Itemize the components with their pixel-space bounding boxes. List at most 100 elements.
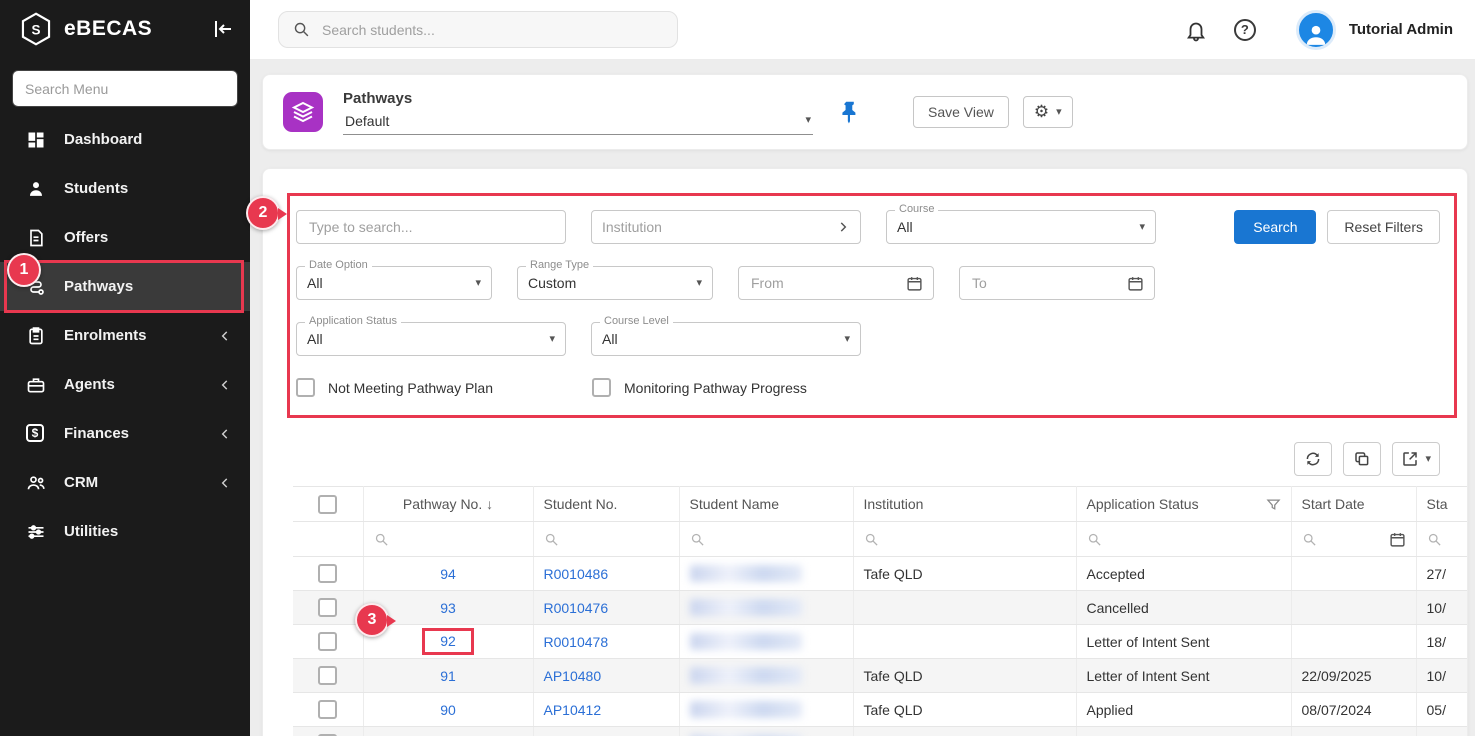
range-type-dropdown[interactable]: Range Type Custom ▾ [517, 266, 713, 300]
student-no-link[interactable]: AP10480 [544, 668, 602, 684]
application-status-dropdown[interactable]: Application Status All ▾ [296, 322, 566, 356]
search-button[interactable]: Search [1234, 210, 1316, 244]
filter-cell-student-name[interactable] [679, 522, 853, 557]
date-option-label: Date Option [305, 259, 372, 271]
sidebar-item-students[interactable]: Students [0, 164, 250, 213]
view-select[interactable]: Default ▾ [343, 110, 813, 135]
cell-start-date [1291, 625, 1416, 659]
institution-dropdown[interactable]: Institution [591, 210, 861, 244]
filter-cell-institution[interactable] [853, 522, 1076, 557]
pathway-no-link[interactable]: 94 [440, 566, 456, 582]
table-row[interactable]: 89 AP10411 Tafe QLD Accepted 16/ [293, 727, 1467, 736]
filter-cell-status[interactable] [1416, 522, 1467, 557]
sidebar-collapse-icon[interactable] [210, 17, 234, 41]
student-no-link[interactable]: R0010486 [544, 566, 609, 582]
copy-button[interactable] [1343, 442, 1381, 476]
calendar-icon[interactable] [1389, 531, 1406, 548]
select-all-checkbox[interactable] [318, 495, 337, 514]
cell-student-name [679, 591, 853, 625]
filter-cell-start-date[interactable] [1291, 522, 1416, 557]
column-header-student-no[interactable]: Student No. [533, 487, 679, 522]
calendar-icon[interactable] [906, 275, 923, 292]
column-header-status[interactable]: Sta [1416, 487, 1467, 522]
column-header-student-name[interactable]: Student Name [679, 487, 853, 522]
column-header-pathway-no[interactable]: Pathway No. ↓ [363, 487, 533, 522]
user-menu[interactable]: Tutorial Admin [1282, 10, 1453, 50]
sidebar-item-label: Utilities [64, 523, 232, 540]
course-dropdown[interactable]: Course All ▾ [886, 210, 1156, 244]
student-no-link[interactable]: R0010476 [544, 600, 609, 616]
chevron-down-icon: ▾ [475, 278, 481, 289]
table-row[interactable]: 91 AP10480 Tafe QLD Letter of Intent Sen… [293, 659, 1467, 693]
view-select-value: Default [345, 113, 389, 129]
notifications-bell-icon[interactable] [1184, 18, 1208, 42]
export-icon [1401, 450, 1419, 468]
sidebar-header: S eBECAS [0, 0, 250, 58]
student-no-link[interactable]: R0010478 [544, 634, 609, 650]
sidebar-item-utilities[interactable]: Utilities [0, 507, 250, 556]
filter-cell-application-status[interactable] [1076, 522, 1291, 557]
reset-filters-button[interactable]: Reset Filters [1327, 210, 1440, 244]
date-option-dropdown[interactable]: Date Option All ▾ [296, 266, 492, 300]
calendar-icon[interactable] [1127, 275, 1144, 292]
sort-desc-icon: ↓ [486, 496, 493, 512]
table-row[interactable]: 93 R0010476 Cancelled 10/ [293, 591, 1467, 625]
pathway-no-link[interactable]: 91 [440, 668, 456, 684]
pathway-no-link[interactable]: 92 [440, 633, 456, 649]
not-meeting-checkbox[interactable]: Not Meeting Pathway Plan [296, 378, 567, 397]
svg-text:S: S [31, 22, 40, 37]
menu-search-input[interactable] [12, 70, 238, 107]
column-header-start-date[interactable]: Start Date [1291, 487, 1416, 522]
chevron-down-icon: ▾ [805, 115, 811, 126]
chevron-left-icon [218, 476, 232, 490]
cell-application-status: Letter of Intent Sent [1076, 659, 1291, 693]
course-level-dropdown[interactable]: Course Level All ▾ [591, 322, 861, 356]
view-settings-button[interactable]: ⚙ ▾ [1023, 96, 1073, 128]
student-no-link[interactable]: AP10412 [544, 702, 602, 718]
row-checkbox[interactable] [318, 700, 337, 719]
column-header-application-status[interactable]: Application Status [1076, 487, 1291, 522]
pin-icon[interactable] [837, 99, 863, 125]
pathways-module-icon [283, 92, 323, 132]
text-search-input[interactable] [307, 218, 555, 236]
search-icon [374, 532, 389, 547]
filter-cell-pathway-no[interactable] [363, 522, 533, 557]
chevron-down-icon: ▾ [1425, 454, 1431, 465]
monitoring-checkbox[interactable]: Monitoring Pathway Progress [592, 378, 807, 397]
search-icon [293, 21, 310, 38]
sidebar-item-offers[interactable]: Offers [0, 213, 250, 262]
row-checkbox[interactable] [318, 564, 337, 583]
pathway-no-link[interactable]: 93 [440, 600, 456, 616]
student-search-input[interactable] [320, 21, 663, 39]
search-icon [1302, 532, 1317, 547]
to-date-input[interactable] [970, 274, 1127, 292]
pathway-no-link[interactable]: 90 [440, 702, 456, 718]
redacted-student-name [690, 701, 802, 718]
row-checkbox[interactable] [318, 632, 337, 651]
sidebar-item-enrolments[interactable]: Enrolments [0, 311, 250, 360]
export-button[interactable]: ▾ [1392, 442, 1440, 476]
save-view-button[interactable]: Save View [913, 96, 1009, 128]
sidebar-item-finances[interactable]: $ Finances [0, 409, 250, 458]
chevron-left-icon [218, 427, 232, 441]
row-checkbox[interactable] [318, 598, 337, 617]
sidebar-item-dashboard[interactable]: Dashboard [0, 115, 250, 164]
sidebar-item-agents[interactable]: Agents [0, 360, 250, 409]
checkbox-icon [296, 378, 315, 397]
sidebar-item-crm[interactable]: CRM [0, 458, 250, 507]
redacted-student-name [690, 599, 802, 616]
from-date-input[interactable] [749, 274, 906, 292]
filter-funnel-icon[interactable] [1266, 497, 1281, 512]
cell-select [293, 625, 363, 659]
table-row[interactable]: 90 AP10412 Tafe QLD Applied 08/07/2024 0… [293, 693, 1467, 727]
help-icon[interactable]: ? [1234, 19, 1256, 41]
cell-application-status: Applied [1076, 693, 1291, 727]
row-checkbox[interactable] [318, 666, 337, 685]
filter-cell-student-no[interactable] [533, 522, 679, 557]
column-header-institution[interactable]: Institution [853, 487, 1076, 522]
utilities-icon [26, 522, 46, 542]
search-icon [1427, 532, 1442, 547]
table-row[interactable]: 92 R0010478 Letter of Intent Sent 18/ [293, 625, 1467, 659]
refresh-button[interactable] [1294, 442, 1332, 476]
table-row[interactable]: 94 R0010486 Tafe QLD Accepted 27/ [293, 557, 1467, 591]
